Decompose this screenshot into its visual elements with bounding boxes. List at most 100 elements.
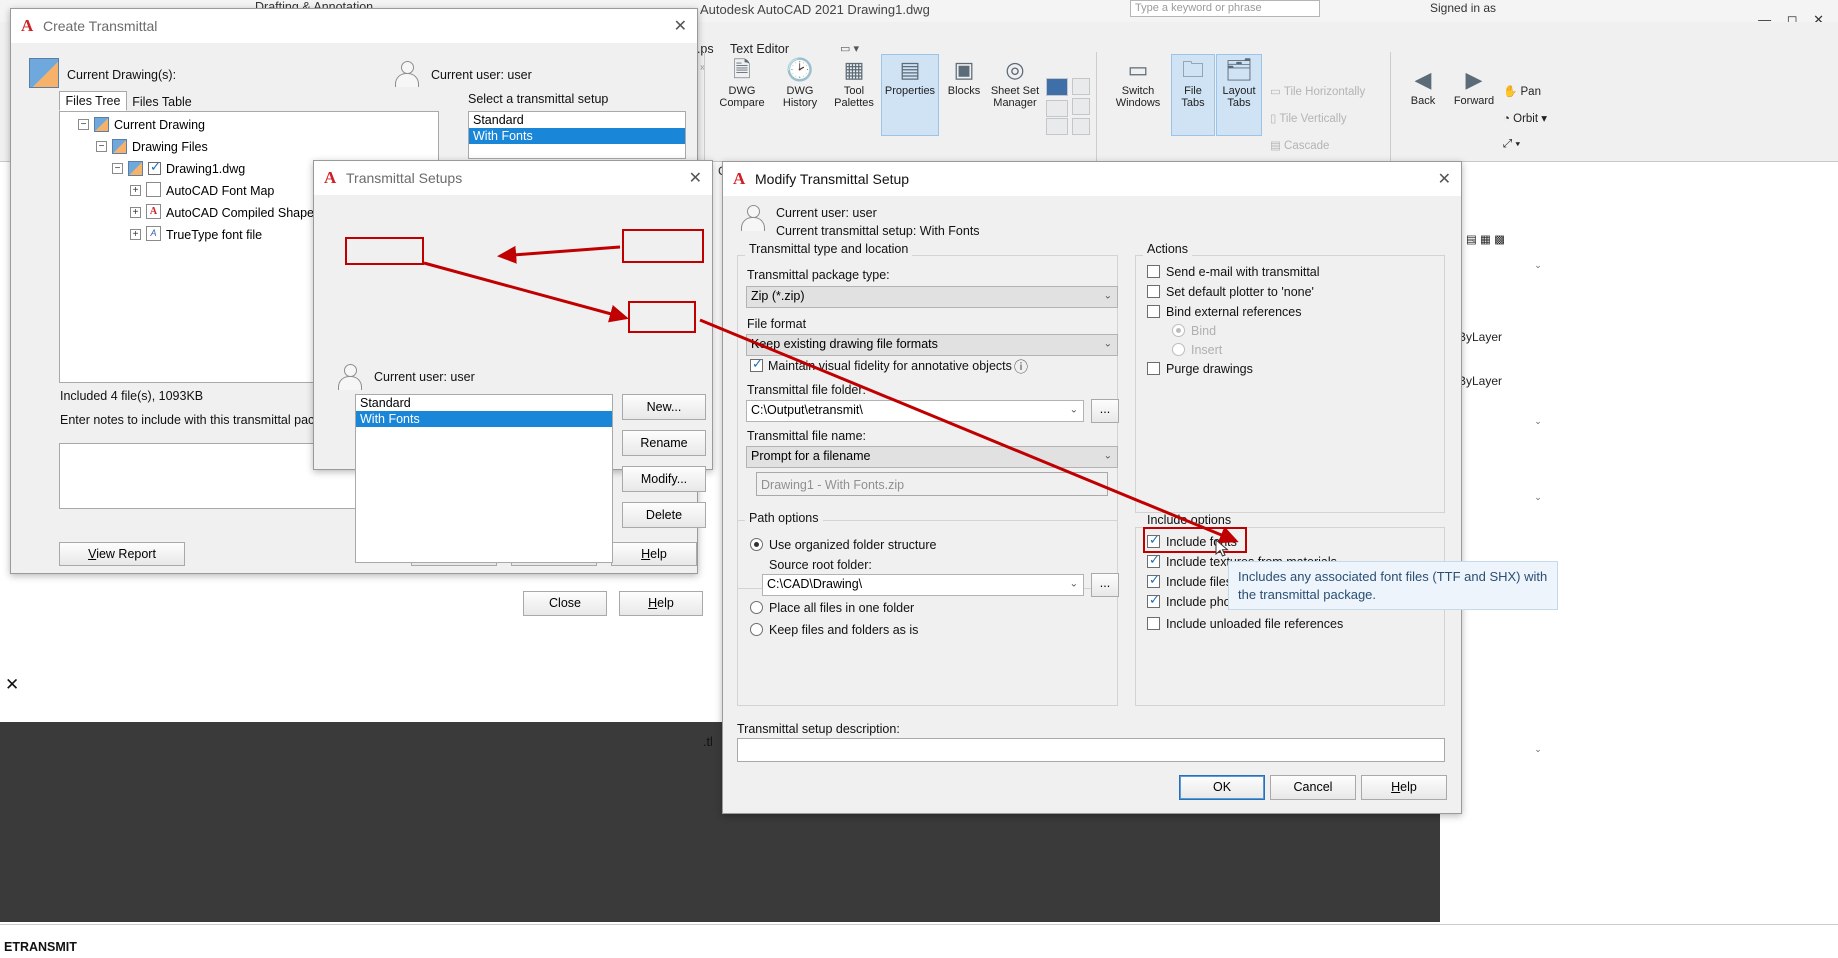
action-label-insert: Insert bbox=[1191, 343, 1222, 357]
tree-node-truetype-font-file[interactable]: TrueType font file bbox=[166, 228, 262, 242]
ttf-icon-truetype: A bbox=[146, 226, 161, 241]
palette-extra-icon-4[interactable] bbox=[1072, 98, 1090, 115]
ribbon-button-tool-palettes[interactable]: ▦ ToolPalettes bbox=[829, 54, 879, 136]
file-folder-browse-button[interactable]: ... bbox=[1091, 399, 1119, 423]
drawing-icon-0 bbox=[94, 117, 109, 132]
view-report-button[interactable]: VView Reportiew Report bbox=[59, 542, 185, 566]
ribbon-button-back[interactable]: ◀Back bbox=[1400, 64, 1446, 124]
interface-item-tile-vertically[interactable]: ▯ Tile Vertically bbox=[1270, 111, 1347, 125]
setup-list-item-standard[interactable]: Standard bbox=[469, 112, 685, 128]
include-checkbox-textures[interactable] bbox=[1147, 555, 1160, 568]
transmittal-setup-listbox[interactable]: Standard With Fonts bbox=[468, 111, 686, 159]
include-checkbox-photometric[interactable] bbox=[1147, 595, 1160, 608]
setup-list-item-with-fonts[interactable]: With Fonts bbox=[469, 128, 685, 144]
palette-extra-icon-6[interactable] bbox=[1046, 118, 1068, 135]
ribbon-button-layout-tabs[interactable]: 🗂 LayoutTabs bbox=[1216, 54, 1262, 136]
command-line[interactable]: ETRANSMIT bbox=[0, 924, 1838, 958]
file-format-combo[interactable]: Keep existing drawing file formats ⌄ bbox=[746, 334, 1118, 356]
property-caret-4[interactable]: ⌄ bbox=[1530, 744, 1546, 758]
setups-listbox[interactable]: Standard With Fonts bbox=[355, 394, 613, 563]
property-caret-1[interactable]: ⌄ bbox=[1530, 260, 1546, 274]
setup-description-input[interactable] bbox=[737, 738, 1445, 762]
ribbon-button-sheet-set-manager[interactable]: ◎ Sheet SetManager bbox=[988, 54, 1042, 136]
palette-extra-icon-2[interactable] bbox=[1046, 100, 1068, 117]
action-checkbox-default-plotter[interactable] bbox=[1147, 285, 1160, 298]
palette-extra-icon-3[interactable] bbox=[1072, 78, 1090, 95]
tree-node-current-drawing[interactable]: Current Drawing bbox=[114, 118, 205, 132]
transmittal-setups-close-button[interactable]: ✕ bbox=[689, 168, 702, 188]
tree-node-autocad-font-map[interactable]: AutoCAD Font Map bbox=[166, 184, 274, 198]
blocks-icon: ▣ bbox=[942, 55, 986, 85]
file-name-combo[interactable]: Prompt for a filename ⌄ bbox=[746, 446, 1118, 468]
include-checkbox-data-links[interactable] bbox=[1147, 575, 1160, 588]
file-format-label: File format bbox=[747, 317, 806, 331]
drawing-canvas[interactable] bbox=[1448, 162, 1838, 722]
delete-setup-button[interactable]: Delete bbox=[622, 502, 706, 528]
file-folder-combo[interactable]: C:\Output\etransmit\ ⌄ bbox=[746, 400, 1084, 422]
interface-item-tile-horizontally[interactable]: ▭ Tile Horizontally bbox=[1270, 84, 1365, 98]
palette-extra-icon-1[interactable] bbox=[1046, 78, 1068, 96]
modify-help-button[interactable]: Help bbox=[1361, 775, 1447, 800]
ribbon-button-dwg-compare[interactable]: 🗎 DWGCompare bbox=[714, 54, 770, 136]
tree-node-drawing1-dwg[interactable]: Drawing1.dwg bbox=[166, 162, 245, 176]
modify-ok-button[interactable]: OK bbox=[1179, 775, 1265, 800]
palette-extra-icon-5[interactable] bbox=[1072, 118, 1090, 135]
include-checkbox-unloaded-refs[interactable] bbox=[1147, 617, 1160, 630]
navigate-item-pan[interactable]: ✋ Pan bbox=[1503, 84, 1541, 98]
source-root-browse-button[interactable]: ... bbox=[1091, 573, 1119, 597]
package-type-combo[interactable]: Zip (*.zip) ⌄ bbox=[746, 286, 1118, 308]
action-checkbox-bind-xrefs[interactable] bbox=[1147, 305, 1160, 318]
close-x-icon[interactable]: ✕ bbox=[5, 675, 19, 695]
ribbon-button-switch-windows[interactable]: ▭ SwitchWindows bbox=[1107, 54, 1169, 136]
interface-item-cascade[interactable]: ▤ Cascade bbox=[1270, 138, 1329, 152]
ribbon-button-properties[interactable]: ▤ Properties bbox=[881, 54, 939, 136]
action-checkbox-purge-drawings[interactable] bbox=[1147, 362, 1160, 375]
setups-close-button[interactable]: Close bbox=[523, 591, 607, 616]
modify-setup-button[interactable]: Modify... bbox=[622, 466, 706, 492]
path-option-radio-organized[interactable] bbox=[750, 538, 763, 551]
maintain-fidelity-checkbox[interactable] bbox=[750, 359, 763, 372]
navigate-item-extra[interactable]: ⤢ ▾ bbox=[1503, 138, 1520, 151]
user-avatar-icon-3 bbox=[739, 205, 765, 231]
tree-expander-3[interactable]: + bbox=[130, 185, 141, 196]
ribbon-button-blocks[interactable]: ▣ Blocks bbox=[941, 54, 987, 136]
layer-caret[interactable]: ⌄ bbox=[1466, 234, 1482, 248]
property-caret-3[interactable]: ⌄ bbox=[1530, 492, 1546, 506]
navigate-item-orbit[interactable]: ◔ Orbit ▾ bbox=[1503, 111, 1547, 125]
ribbon-button-file-tabs[interactable]: 🗀 FileTabs bbox=[1171, 54, 1215, 136]
modify-cancel-button[interactable]: Cancel bbox=[1270, 775, 1356, 800]
path-option-radio-as-is[interactable] bbox=[750, 623, 763, 636]
tree-expander-2[interactable]: − bbox=[112, 163, 123, 174]
help-search-input[interactable]: Type a keyword or phrase bbox=[1130, 0, 1320, 17]
source-root-combo[interactable]: C:\CAD\Drawing\ ⌄ bbox=[762, 574, 1084, 596]
tree-expander-0[interactable]: − bbox=[78, 119, 89, 130]
tree-checkbox-drawing1[interactable] bbox=[148, 162, 161, 175]
setups-item-with-fonts[interactable]: With Fonts bbox=[356, 411, 612, 427]
tree-node-autocad-compiled-shape[interactable]: AutoCAD Compiled Shape bbox=[166, 206, 314, 220]
path-option-radio-one-folder[interactable] bbox=[750, 601, 763, 614]
create-transmittal-close-button[interactable]: ✕ bbox=[674, 16, 687, 36]
tree-expander-4[interactable]: + bbox=[130, 207, 141, 218]
tree-expander-5[interactable]: + bbox=[130, 229, 141, 240]
tree-node-drawing-files[interactable]: Drawing Files bbox=[132, 140, 208, 154]
info-icon[interactable]: ⓘ bbox=[1014, 357, 1028, 377]
ribbon-button-dwg-history[interactable]: 🕑 DWGHistory bbox=[774, 54, 826, 136]
rename-setup-button[interactable]: Rename bbox=[622, 430, 706, 456]
setups-item-standard[interactable]: Standard bbox=[356, 395, 612, 411]
sign-in-label[interactable]: Signed in as bbox=[1430, 1, 1496, 15]
file-name-label: Transmittal file name: bbox=[747, 429, 866, 443]
modify-setup-close-button[interactable]: ✕ bbox=[1438, 169, 1451, 189]
property-caret-2[interactable]: ⌄ bbox=[1530, 416, 1546, 430]
tl-text: .tl bbox=[703, 735, 713, 749]
tab-files-tree[interactable]: Files Tree bbox=[59, 91, 127, 111]
chevron-down-icon-2: ⌄ bbox=[1104, 338, 1112, 349]
setups-help-button[interactable]: Help bbox=[619, 591, 703, 616]
action-checkbox-send-email[interactable] bbox=[1147, 265, 1160, 278]
create-transmittal-help-button[interactable]: Help bbox=[611, 542, 697, 566]
modify-transmittal-setup-dialog[interactable]: A Modify Transmittal Setup ✕ Current use… bbox=[722, 161, 1462, 814]
ribbon-button-forward[interactable]: ▶Forward bbox=[1448, 64, 1500, 124]
action-label-default-plotter: Set default plotter to 'none' bbox=[1166, 285, 1314, 299]
tree-expander-1[interactable]: − bbox=[96, 141, 107, 152]
new-setup-button[interactable]: New... bbox=[622, 394, 706, 420]
tab-files-table[interactable]: Files Table bbox=[128, 93, 196, 111]
